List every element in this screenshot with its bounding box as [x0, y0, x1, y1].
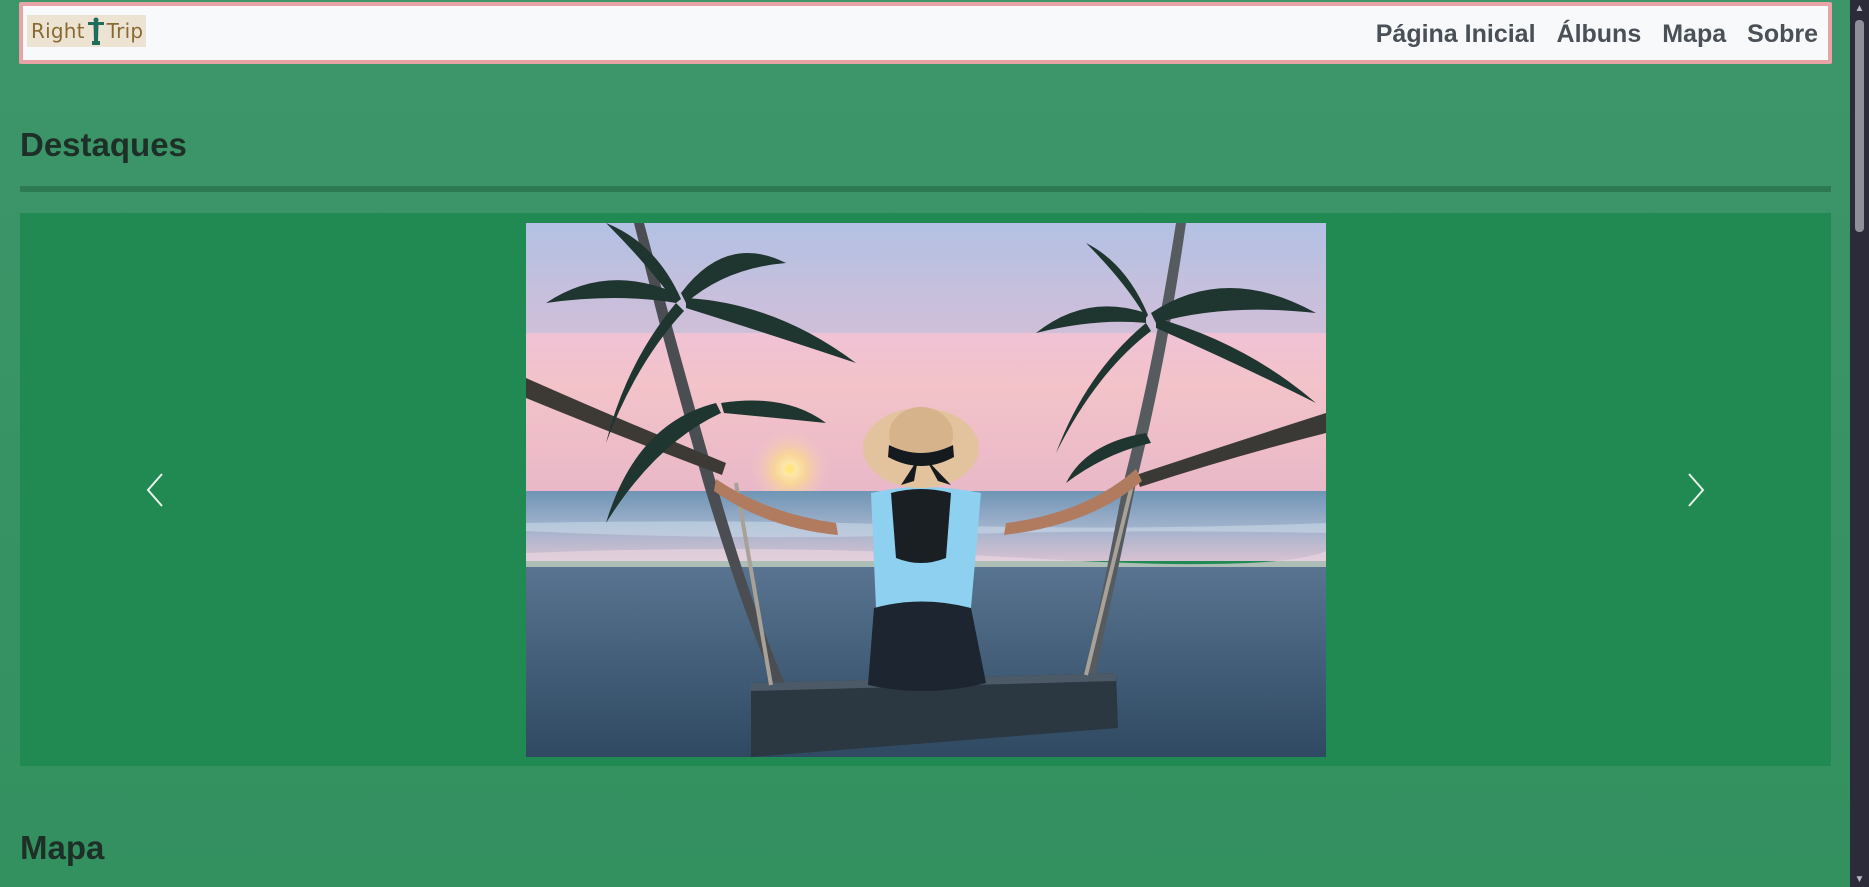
nav-link-albums[interactable]: Álbuns — [1557, 20, 1642, 49]
brand-right-text: Trip — [106, 19, 144, 43]
page: Right Trip Página Inicial Álbuns Mapa So… — [0, 0, 1850, 887]
scroll-down-icon[interactable]: ▼ — [1850, 871, 1869, 887]
highlights-carousel — [20, 213, 1831, 766]
brand-left-text: Right — [31, 19, 85, 43]
nav-link-home[interactable]: Página Inicial — [1376, 20, 1536, 49]
page-scrollbar[interactable]: ▲ ▼ — [1850, 0, 1869, 887]
chevron-right-icon — [1688, 472, 1705, 507]
chevron-left-icon — [146, 472, 163, 507]
navbar: Right Trip Página Inicial Álbuns Mapa So… — [19, 2, 1832, 64]
christ-redeemer-statue-icon — [87, 17, 104, 45]
nav-link-map[interactable]: Mapa — [1662, 20, 1726, 49]
carousel-prev-button[interactable] — [80, 213, 230, 766]
scroll-up-icon[interactable]: ▲ — [1850, 0, 1869, 16]
section-divider — [20, 186, 1831, 192]
nav-menu: Página Inicial Álbuns Mapa Sobre — [1376, 20, 1818, 49]
brand-logo[interactable]: Right Trip — [27, 15, 147, 47]
highlights-title: Destaques — [20, 126, 187, 163]
nav-link-about[interactable]: Sobre — [1747, 20, 1818, 49]
map-title: Mapa — [20, 829, 105, 866]
scrollbar-thumb[interactable] — [1855, 20, 1864, 232]
woman-on-beach-swing-photo — [526, 223, 1326, 757]
carousel-slide-image — [526, 223, 1326, 757]
carousel-next-button[interactable] — [1621, 213, 1771, 766]
